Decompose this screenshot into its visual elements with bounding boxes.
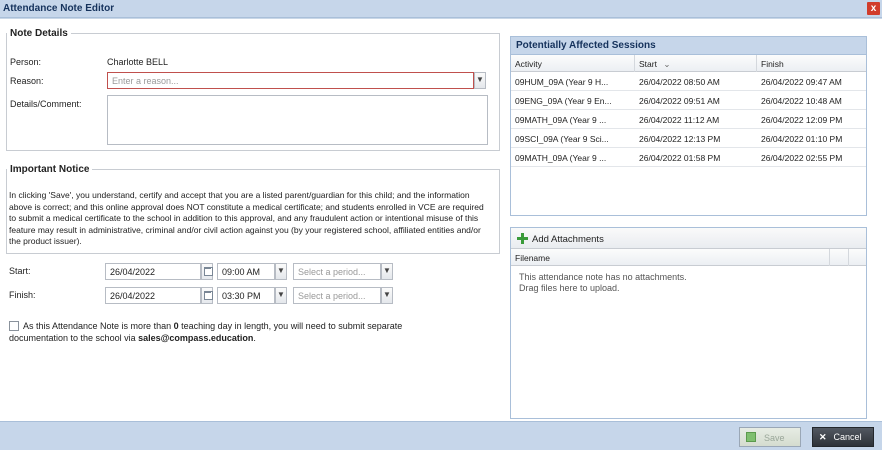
row-finish: 26/04/2022 10:48 AM	[761, 96, 842, 106]
table-row[interactable]: 09MATH_09A (Year 9 ... 26/04/2022 11:12 …	[511, 110, 866, 129]
start-date-input[interactable]: 26/04/2022	[105, 263, 201, 280]
column-filename[interactable]: Filename	[511, 249, 830, 266]
finish-time-input[interactable]: 03:30 PM	[217, 287, 275, 304]
acknowledge-checkbox[interactable]	[9, 321, 19, 331]
dialog-footer: Save ✕ Cancel	[0, 421, 882, 450]
finish-date-input[interactable]: 26/04/2022	[105, 287, 201, 304]
school-email[interactable]: sales@compass.education	[138, 333, 253, 343]
details-textarea[interactable]	[107, 95, 488, 145]
attachments-dropzone[interactable]: This attendance note has no attachments.…	[511, 267, 866, 418]
chevron-down-icon[interactable]: ▼	[474, 72, 486, 89]
calendar-icon[interactable]	[201, 287, 213, 304]
teaching-day-text-3: documentation to the school via	[9, 333, 139, 343]
row-finish: 26/04/2022 09:47 AM	[761, 77, 842, 87]
note-details-legend: Note Details	[10, 28, 68, 39]
attachments-panel: Add Attachments Filename This attendance…	[510, 227, 867, 419]
chevron-down-icon[interactable]: ▼	[275, 263, 287, 280]
teaching-day-text-4: .	[253, 333, 256, 343]
start-time-input[interactable]: 09:00 AM	[217, 263, 275, 280]
teaching-day-notice-line-2: documentation to the school via sales@co…	[9, 332, 493, 344]
reason-input[interactable]: Enter a reason...	[107, 72, 474, 89]
row-finish: 26/04/2022 12:09 PM	[761, 115, 843, 125]
column-activity[interactable]: Activity	[511, 55, 635, 72]
row-activity: 09ENG_09A (Year 9 En...	[515, 96, 612, 106]
column-finish[interactable]: Finish	[757, 55, 866, 72]
row-activity: 09MATH_09A (Year 9 ...	[515, 115, 607, 125]
row-start: 26/04/2022 12:13 PM	[639, 134, 721, 144]
column-start[interactable]: Start ⌄	[635, 55, 757, 72]
sessions-title: Potentially Affected Sessions	[511, 37, 866, 55]
window-title: Attendance Note Editor	[3, 3, 115, 14]
table-row[interactable]: 09SCI_09A (Year 9 Sci... 26/04/2022 12:1…	[511, 129, 866, 148]
add-attachments-label: Add Attachments	[532, 234, 604, 245]
column-blank-1	[830, 249, 849, 266]
row-start: 26/04/2022 09:51 AM	[639, 96, 720, 106]
teaching-day-text-2: teaching day in length, you will need to…	[178, 321, 403, 331]
details-label: Details/Comment:	[10, 99, 82, 109]
window-titlebar: Attendance Note Editor x	[0, 0, 882, 18]
close-icon[interactable]: x	[867, 2, 880, 15]
sort-icon: ⌄	[663, 59, 671, 69]
plus-icon	[517, 233, 528, 244]
row-start: 26/04/2022 01:58 PM	[639, 153, 721, 163]
row-start: 26/04/2022 08:50 AM	[639, 77, 720, 87]
column-start-label: Start	[639, 59, 657, 69]
column-blank-2	[849, 249, 866, 266]
row-activity: 09HUM_09A (Year 9 H...	[515, 77, 609, 87]
start-label: Start:	[9, 266, 31, 276]
start-period-select[interactable]: Select a period...	[293, 263, 381, 280]
table-row[interactable]: 09ENG_09A (Year 9 En... 26/04/2022 09:51…	[511, 91, 866, 110]
cancel-button[interactable]: ✕ Cancel	[812, 427, 874, 447]
sessions-rows: 09HUM_09A (Year 9 H... 26/04/2022 08:50 …	[511, 72, 866, 167]
row-activity: 09SCI_09A (Year 9 Sci...	[515, 134, 609, 144]
important-notice-legend: Important Notice	[10, 164, 90, 175]
chevron-down-icon[interactable]: ▼	[275, 287, 287, 304]
attachments-header-row: Filename	[511, 249, 866, 266]
teaching-day-notice: As this Attendance Note is more than 0 t…	[23, 320, 493, 332]
save-button[interactable]: Save	[739, 427, 801, 447]
cancel-label: Cancel	[833, 432, 862, 442]
sessions-header-row: Activity Start ⌄ Finish	[511, 55, 866, 72]
chevron-down-icon[interactable]: ▼	[381, 263, 393, 280]
empty-message-line-2: Drag files here to upload.	[519, 283, 620, 293]
person-label: Person:	[10, 57, 42, 67]
cancel-icon: ✕	[819, 432, 827, 442]
row-finish: 26/04/2022 01:10 PM	[761, 134, 843, 144]
table-row[interactable]: 09HUM_09A (Year 9 H... 26/04/2022 08:50 …	[511, 72, 866, 91]
empty-message-line-1: This attendance note has no attachments.	[519, 272, 687, 282]
finish-period-select[interactable]: Select a period...	[293, 287, 381, 304]
add-attachments-button[interactable]: Add Attachments	[511, 228, 866, 249]
calendar-icon[interactable]	[201, 263, 213, 280]
row-activity: 09MATH_09A (Year 9 ...	[515, 153, 607, 163]
affected-sessions-panel: Potentially Affected Sessions Activity S…	[510, 36, 867, 216]
table-row[interactable]: 09MATH_09A (Year 9 ... 26/04/2022 01:58 …	[511, 148, 866, 167]
reason-label: Reason:	[10, 76, 44, 86]
person-value: Charlotte BELL	[107, 57, 169, 67]
save-label: Save	[764, 433, 785, 443]
row-start: 26/04/2022 11:12 AM	[639, 115, 720, 125]
row-finish: 26/04/2022 02:55 PM	[761, 153, 843, 163]
finish-label: Finish:	[9, 290, 36, 300]
important-notice-text: In clicking 'Save', you understand, cert…	[9, 190, 484, 246]
save-icon	[746, 432, 756, 442]
chevron-down-icon[interactable]: ▼	[381, 287, 393, 304]
teaching-day-text-1: As this Attendance Note is more than	[23, 321, 174, 331]
